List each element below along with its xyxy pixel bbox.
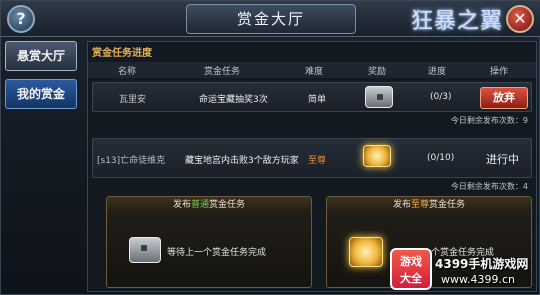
publish-normal-panel[interactable]: 发布普通赏金任务 等待上一个赏金任务完成 [106, 196, 312, 288]
row-difficulty: 至尊 [308, 156, 327, 166]
publish-highlight: 普通 [190, 200, 209, 210]
sidebar-item-bounty-hall[interactable]: 悬赏大厅 [5, 41, 77, 71]
give-up-button[interactable]: 放弃 [480, 87, 528, 109]
publish-suffix: 赏金任务 [209, 200, 246, 210]
watermark-badge-line2: 大全 [400, 272, 422, 285]
section-title: 赏金任务进度 [92, 48, 152, 59]
watermark-url: www.4399.cn [441, 273, 515, 286]
table-header: 名称 赏金任务 难度 奖励 进度 操作 [88, 62, 536, 78]
row-name: 瓦里安 [119, 95, 147, 105]
gold-chest-icon [363, 145, 391, 167]
table-row: 瓦里安 命运宝藏抽奖3次 简单 (0/3) 放弃 [92, 82, 532, 112]
window-title: 赏金大厅 [186, 4, 356, 34]
row-progress: (0/3) [430, 92, 452, 102]
publish-prefix: 发布 [392, 200, 411, 210]
publish-normal-title: 发布普通赏金任务 [107, 197, 311, 213]
watermark-site: 4399手机游戏网 [435, 257, 529, 271]
publish-supreme-title: 发布至尊赏金任务 [327, 197, 531, 213]
sidebar-item-my-bounty[interactable]: 我的赏金 [5, 79, 77, 109]
sidebar: 悬赏大厅 我的赏金 [5, 41, 81, 291]
window-header: ? 赏金大厅 狂暴之翼 ✕ [1, 1, 540, 37]
silver-chest-icon [129, 237, 161, 263]
help-icon[interactable]: ? [7, 5, 35, 33]
table-row: [s13]亡命徒维克 藏宝地宫内击败3个敌方玩家 至尊 (0/10) 进行中 [92, 138, 532, 178]
in-progress-status: 进行中 [486, 153, 519, 166]
column-header-progress: 进度 [428, 67, 447, 77]
remaining-count: 今日剩余发布次数：4 [450, 182, 528, 191]
column-header-name: 名称 [118, 67, 137, 77]
row-task: 藏宝地宫内击败3个敌方玩家 [185, 156, 299, 166]
close-icon[interactable]: ✕ [506, 5, 534, 33]
watermark-badge-line1: 游戏 [400, 255, 422, 268]
row-progress: (0/10) [427, 153, 455, 163]
silver-chest-icon [365, 86, 393, 108]
publish-prefix: 发布 [172, 200, 191, 210]
bounty-hall-window: ? 赏金大厅 狂暴之翼 ✕ 悬赏大厅 我的赏金 赏金任务进度 名称 赏金任务 难… [0, 0, 540, 295]
gold-chest-icon [349, 237, 383, 267]
watermark-badge: 游戏 大全 [390, 248, 432, 290]
column-header-action: 操作 [490, 67, 509, 77]
column-header-difficulty: 难度 [305, 67, 324, 77]
remaining-count: 今日剩余发布次数：9 [450, 116, 528, 125]
column-header-task: 赏金任务 [204, 67, 241, 77]
publish-suffix: 赏金任务 [429, 200, 466, 210]
publish-normal-status: 等待上一个赏金任务完成 [167, 248, 267, 258]
row-difficulty: 简单 [308, 95, 327, 105]
row-task: 命运宝藏抽奖3次 [199, 95, 268, 105]
publish-highlight: 至尊 [410, 200, 429, 210]
row-name: [s13]亡命徒维克 [97, 156, 166, 166]
column-header-reward: 奖励 [368, 67, 387, 77]
